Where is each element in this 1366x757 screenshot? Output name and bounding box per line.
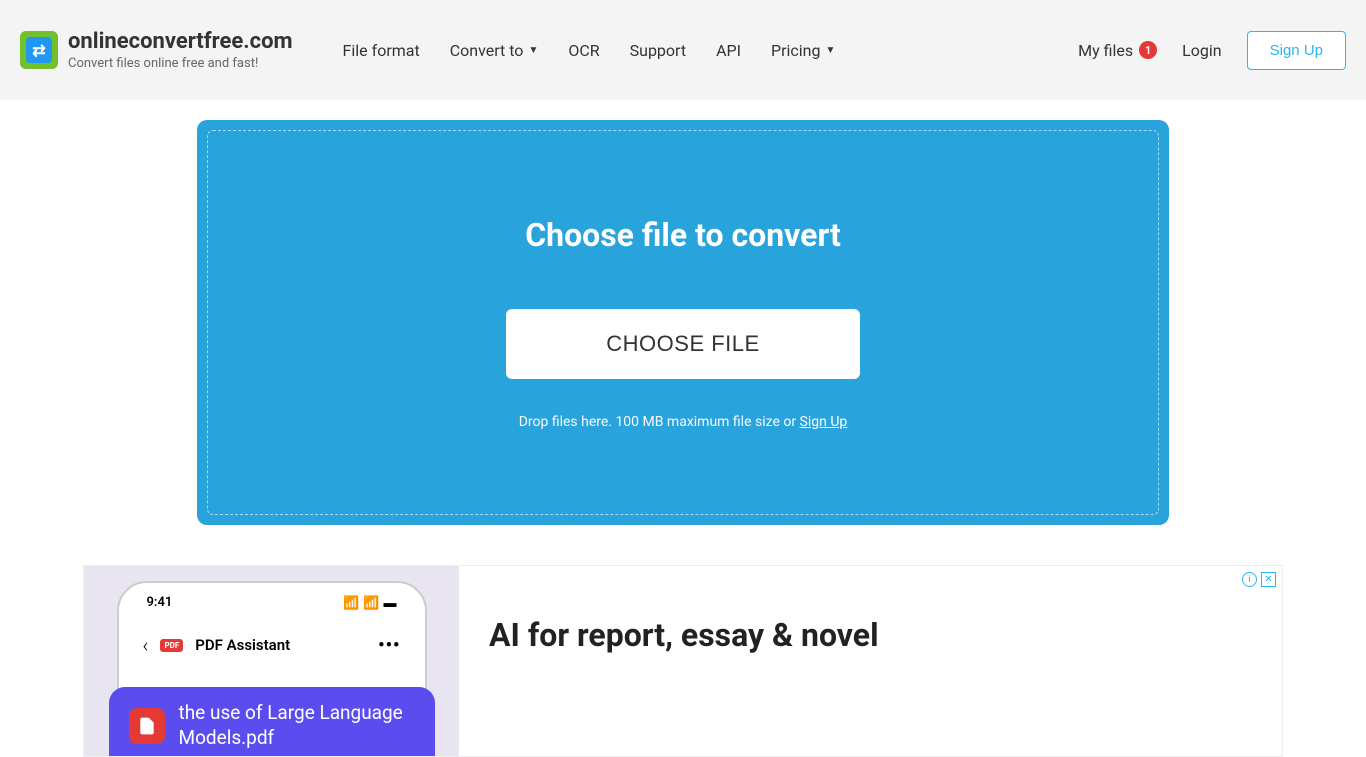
signup-button[interactable]: Sign Up: [1247, 31, 1346, 70]
logo-text: onlineconvertfree.com Convert files onli…: [68, 29, 293, 71]
logo[interactable]: ⇄ onlineconvertfree.com Convert files on…: [20, 29, 293, 71]
ad-controls: i ✕: [1242, 572, 1276, 587]
nav-label: OCR: [568, 41, 599, 60]
ad-content: i ✕ AI for report, essay & novel: [459, 566, 1282, 756]
ad-container[interactable]: 9:41 📶 📶 ▬ ‹ PDF PDF Assistant •••: [83, 565, 1283, 757]
my-files-link[interactable]: My files 1: [1078, 41, 1157, 60]
nav-api[interactable]: API: [716, 41, 741, 60]
phone-status-icons: 📶 📶 ▬: [343, 595, 396, 611]
nav-support[interactable]: Support: [630, 41, 686, 60]
signal-icon: 📶: [343, 596, 359, 611]
phone-app-title: PDF Assistant: [195, 636, 290, 654]
header: ⇄ onlineconvertfree.com Convert files on…: [0, 0, 1366, 100]
main: Choose file to convert CHOOSE FILE Drop …: [0, 100, 1366, 757]
nav-menu: File format Convert to ▼ OCR Support API…: [343, 41, 836, 60]
pdf-badge-icon: PDF: [160, 639, 183, 652]
nav-label: Support: [630, 41, 686, 60]
more-icon: •••: [378, 635, 400, 656]
site-name: onlineconvertfree.com: [68, 29, 293, 54]
phone-app-header: ‹ PDF PDF Assistant •••: [139, 633, 405, 657]
battery-icon: ▬: [384, 595, 397, 611]
wifi-icon: 📶: [363, 596, 379, 611]
ad-close-button[interactable]: ✕: [1261, 572, 1276, 587]
nav-convert-to[interactable]: Convert to ▼: [450, 41, 539, 60]
hint-text: Drop files here. 100 MB maximum file siz…: [519, 414, 800, 430]
site-tagline: Convert files online free and fast!: [68, 56, 293, 71]
dropzone-title: Choose file to convert: [525, 216, 841, 254]
phone-status-bar: 9:41 📶 📶 ▬: [139, 595, 405, 611]
my-files-label: My files: [1078, 41, 1133, 60]
chevron-down-icon: ▼: [825, 45, 835, 56]
chevron-down-icon: ▼: [528, 45, 538, 56]
back-icon: ‹: [143, 633, 149, 657]
nav-file-format[interactable]: File format: [343, 41, 420, 60]
ad-headline: AI for report, essay & novel: [489, 616, 1252, 654]
my-files-badge: 1: [1139, 41, 1157, 59]
header-right: My files 1 Login Sign Up: [1078, 31, 1346, 70]
ad-phone-preview: 9:41 📶 📶 ▬ ‹ PDF PDF Assistant •••: [84, 566, 459, 756]
phone-time: 9:41: [147, 595, 173, 611]
header-left: ⇄ onlineconvertfree.com Convert files on…: [20, 29, 835, 71]
nav-label: Pricing: [771, 41, 821, 60]
hint-signup-link[interactable]: Sign Up: [800, 414, 848, 430]
nav-label: File format: [343, 41, 420, 60]
pdf-file-icon: [129, 708, 165, 744]
nav-pricing[interactable]: Pricing ▼: [771, 41, 835, 60]
pdf-file-card: the use of Large Language Models.pdf: [109, 687, 435, 756]
logo-icon: ⇄: [20, 31, 58, 69]
nav-ocr[interactable]: OCR: [568, 41, 599, 60]
dropzone[interactable]: Choose file to convert CHOOSE FILE Drop …: [197, 120, 1169, 525]
nav-label: API: [716, 41, 741, 60]
login-link[interactable]: Login: [1182, 41, 1221, 60]
pdf-filename: the use of Large Language Models.pdf: [179, 701, 415, 750]
phone-mockup: 9:41 📶 📶 ▬ ‹ PDF PDF Assistant •••: [117, 581, 427, 756]
choose-file-button[interactable]: CHOOSE FILE: [506, 309, 859, 379]
nav-label: Convert to: [450, 41, 524, 60]
ad-info-button[interactable]: i: [1242, 572, 1257, 587]
dropzone-hint: Drop files here. 100 MB maximum file siz…: [519, 414, 848, 430]
